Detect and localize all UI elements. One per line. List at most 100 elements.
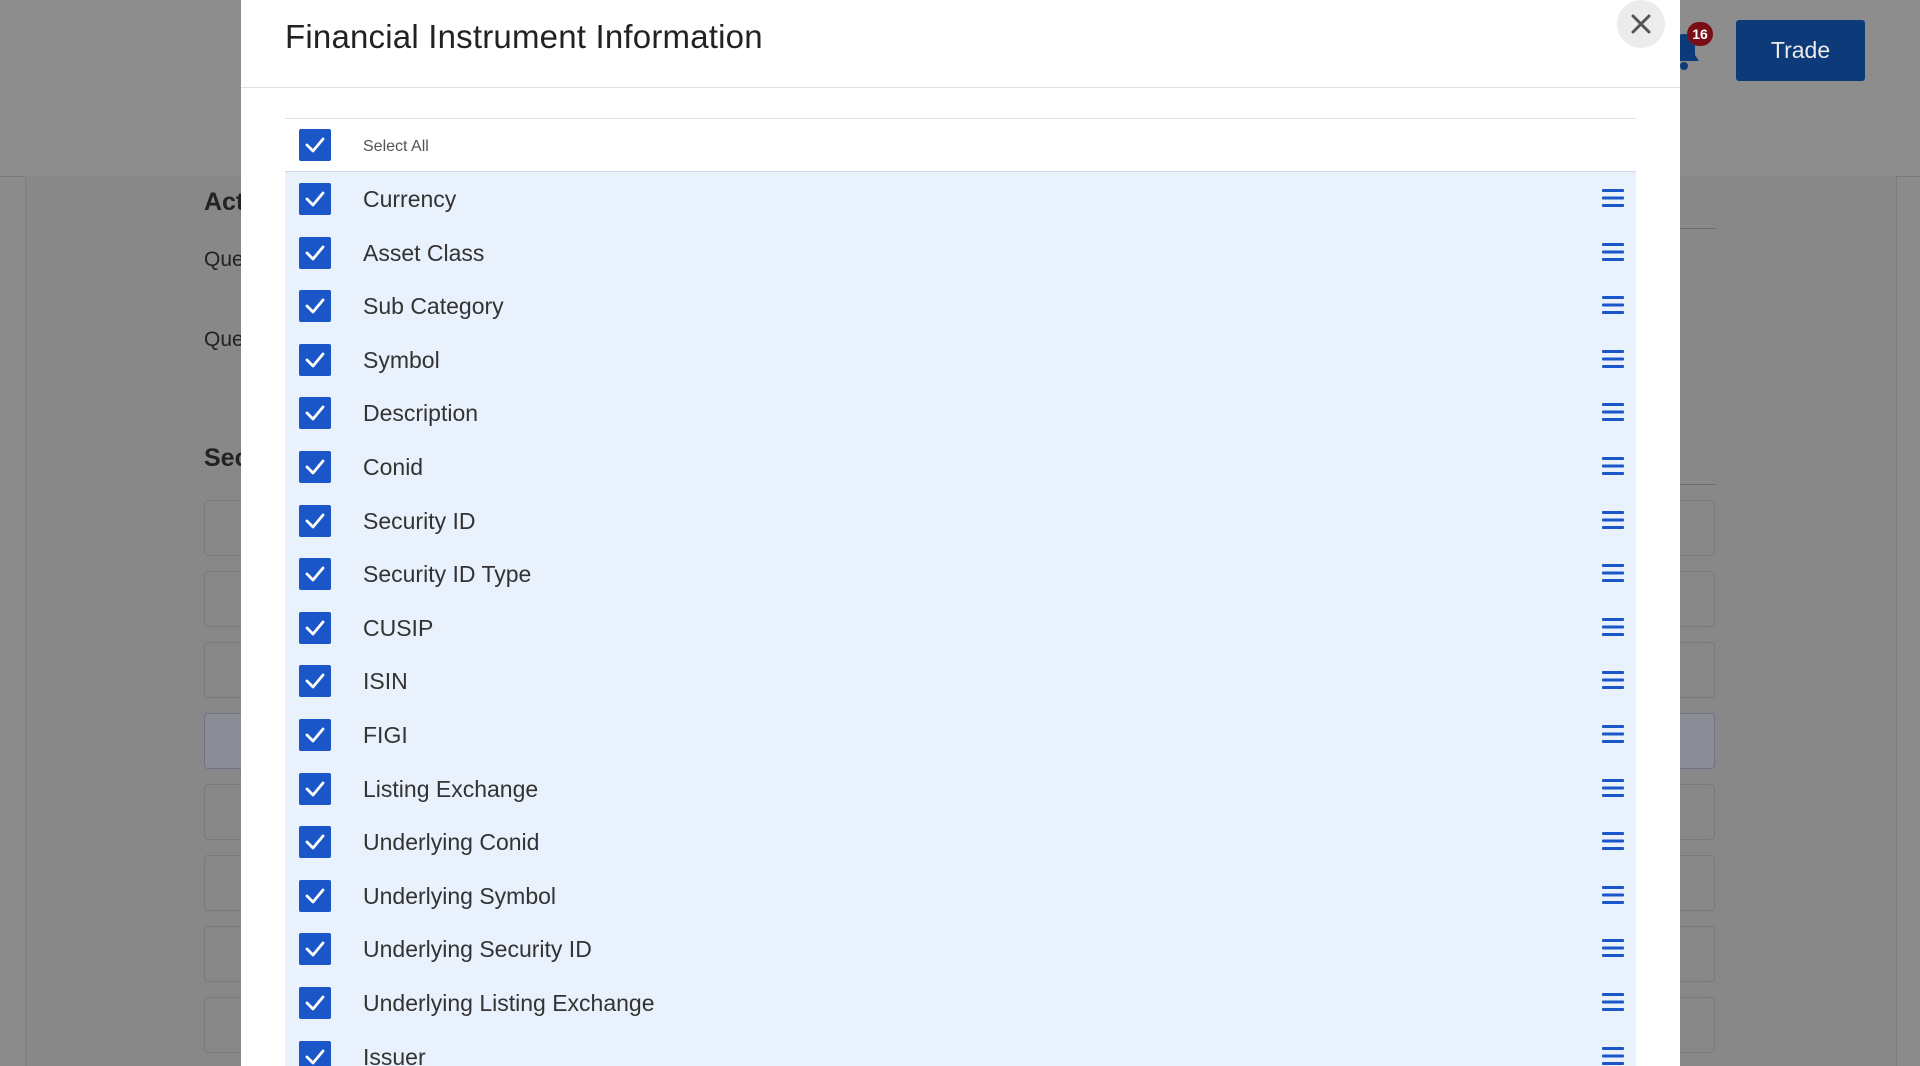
row-checkbox[interactable] xyxy=(299,826,331,859)
checkmark-icon xyxy=(305,834,325,850)
section-divider xyxy=(1680,484,1716,485)
drag-handle-icon[interactable] xyxy=(1602,1045,1624,1066)
row-checkbox[interactable] xyxy=(299,611,331,644)
row-checkbox[interactable] xyxy=(299,933,331,966)
column-row[interactable]: Listing Exchange xyxy=(285,761,1636,816)
trade-button[interactable]: Trade xyxy=(1736,20,1865,81)
column-row[interactable]: Conid xyxy=(285,439,1636,494)
checkmark-icon xyxy=(305,566,325,582)
column-row[interactable]: CUSIP xyxy=(285,600,1636,655)
drag-handle-icon[interactable] xyxy=(1602,348,1624,370)
row-label: FIGI xyxy=(363,721,408,748)
column-row[interactable]: Currency xyxy=(285,172,1636,226)
checkmark-icon xyxy=(305,995,325,1011)
checkmark-icon xyxy=(305,298,325,314)
checkmark-icon xyxy=(305,941,325,957)
checkmark-icon xyxy=(305,245,325,260)
financial-instrument-modal: Financial Instrument Information Select … xyxy=(241,0,1680,1066)
drag-handle-icon[interactable] xyxy=(1602,509,1624,531)
select-all-row[interactable]: Select All xyxy=(285,118,1636,172)
column-list: Select All Currency Asset Class Sub Catego… xyxy=(285,118,1636,1066)
row-label: Asset Class xyxy=(363,239,485,266)
row-checkbox[interactable] xyxy=(299,1040,331,1066)
checkmark-icon xyxy=(305,888,325,904)
checkmark-icon xyxy=(305,781,325,796)
row-label: Security ID xyxy=(363,507,476,534)
drag-handle-icon[interactable] xyxy=(1602,723,1624,745)
row-checkbox[interactable] xyxy=(299,718,331,751)
row-checkbox[interactable] xyxy=(299,343,331,376)
row-checkbox[interactable] xyxy=(299,772,331,805)
drag-handle-icon[interactable] xyxy=(1602,562,1624,584)
row-checkbox[interactable] xyxy=(299,504,331,537)
checkmark-icon xyxy=(305,459,325,475)
row-label: Underlying Listing Exchange xyxy=(363,989,655,1016)
row-checkbox[interactable] xyxy=(299,665,331,698)
drag-handle-icon[interactable] xyxy=(1602,777,1624,799)
close-icon xyxy=(1631,14,1651,34)
drag-handle-icon[interactable] xyxy=(1602,991,1624,1013)
row-label: Conid xyxy=(363,453,424,480)
row-checkbox[interactable] xyxy=(299,236,331,269)
column-rows: Currency Asset Class Sub Category Symbol Des… xyxy=(285,172,1636,1066)
drag-handle-icon[interactable] xyxy=(1602,455,1624,477)
section-divider xyxy=(1680,228,1716,229)
checkmark-icon xyxy=(305,673,325,689)
column-row[interactable]: FIGI xyxy=(285,707,1636,762)
select-all-label: Select All xyxy=(363,138,429,155)
drag-handle-icon[interactable] xyxy=(1602,884,1624,906)
drag-handle-icon[interactable] xyxy=(1602,294,1624,316)
drag-handle-icon[interactable] xyxy=(1602,937,1624,959)
row-label: ISIN xyxy=(363,668,408,695)
notification-count-badge: 16 xyxy=(1687,22,1713,46)
row-label: Symbol xyxy=(363,346,440,373)
row-checkbox[interactable] xyxy=(299,879,331,912)
column-row[interactable]: ISIN xyxy=(285,654,1636,708)
column-row[interactable]: Sub Category xyxy=(285,279,1636,333)
row-checkbox[interactable] xyxy=(299,397,331,430)
column-row[interactable]: Underlying Security ID xyxy=(285,922,1636,976)
row-label: Sub Category xyxy=(363,293,504,320)
drag-handle-icon[interactable] xyxy=(1602,241,1624,263)
drag-handle-icon[interactable] xyxy=(1602,616,1624,638)
column-row[interactable]: Description xyxy=(285,386,1636,440)
checkmark-icon xyxy=(305,352,325,368)
drag-handle-icon[interactable] xyxy=(1602,187,1624,209)
row-label: Currency xyxy=(363,186,457,212)
drag-handle-icon[interactable] xyxy=(1602,401,1624,423)
field-label-2: Que xyxy=(204,328,244,351)
row-label: Issuer xyxy=(363,1043,426,1066)
row-checkbox[interactable] xyxy=(299,450,331,483)
row-label: Underlying Security ID xyxy=(363,936,592,963)
column-row[interactable]: Asset Class xyxy=(285,225,1636,280)
row-label: CUSIP xyxy=(363,614,434,641)
checkmark-icon xyxy=(305,513,325,528)
row-label: Underlying Conid xyxy=(363,829,540,856)
row-checkbox[interactable] xyxy=(299,986,331,1019)
column-row[interactable]: Issuer xyxy=(285,1029,1636,1066)
modal-header: Financial Instrument Information xyxy=(241,0,1680,88)
row-label: Listing Exchange xyxy=(363,775,539,802)
checkmark-icon xyxy=(305,1049,325,1064)
column-row[interactable]: Underlying Conid xyxy=(285,815,1636,869)
column-row[interactable]: Security ID Type xyxy=(285,547,1636,601)
select-all-checkbox[interactable] xyxy=(299,129,331,161)
close-button[interactable] xyxy=(1617,0,1665,48)
row-label: Underlying Symbol xyxy=(363,882,557,909)
section-heading-activity: Act xyxy=(204,188,245,216)
row-label: Description xyxy=(363,400,479,427)
drag-handle-icon[interactable] xyxy=(1602,830,1624,852)
column-row[interactable]: Underlying Symbol xyxy=(285,868,1636,923)
row-checkbox[interactable] xyxy=(299,183,331,215)
column-row[interactable]: Symbol xyxy=(285,332,1636,387)
row-checkbox[interactable] xyxy=(299,558,331,591)
checkmark-icon xyxy=(305,620,325,636)
row-checkbox[interactable] xyxy=(299,290,331,323)
drag-handle-icon[interactable] xyxy=(1602,669,1624,691)
column-row[interactable]: Security ID xyxy=(285,493,1636,548)
checkmark-icon xyxy=(305,727,325,743)
column-row[interactable]: Underlying Listing Exchange xyxy=(285,975,1636,1030)
modal-title: Financial Instrument Information xyxy=(285,18,763,55)
checkmark-icon xyxy=(305,137,325,153)
field-label-1: Que xyxy=(204,248,244,271)
